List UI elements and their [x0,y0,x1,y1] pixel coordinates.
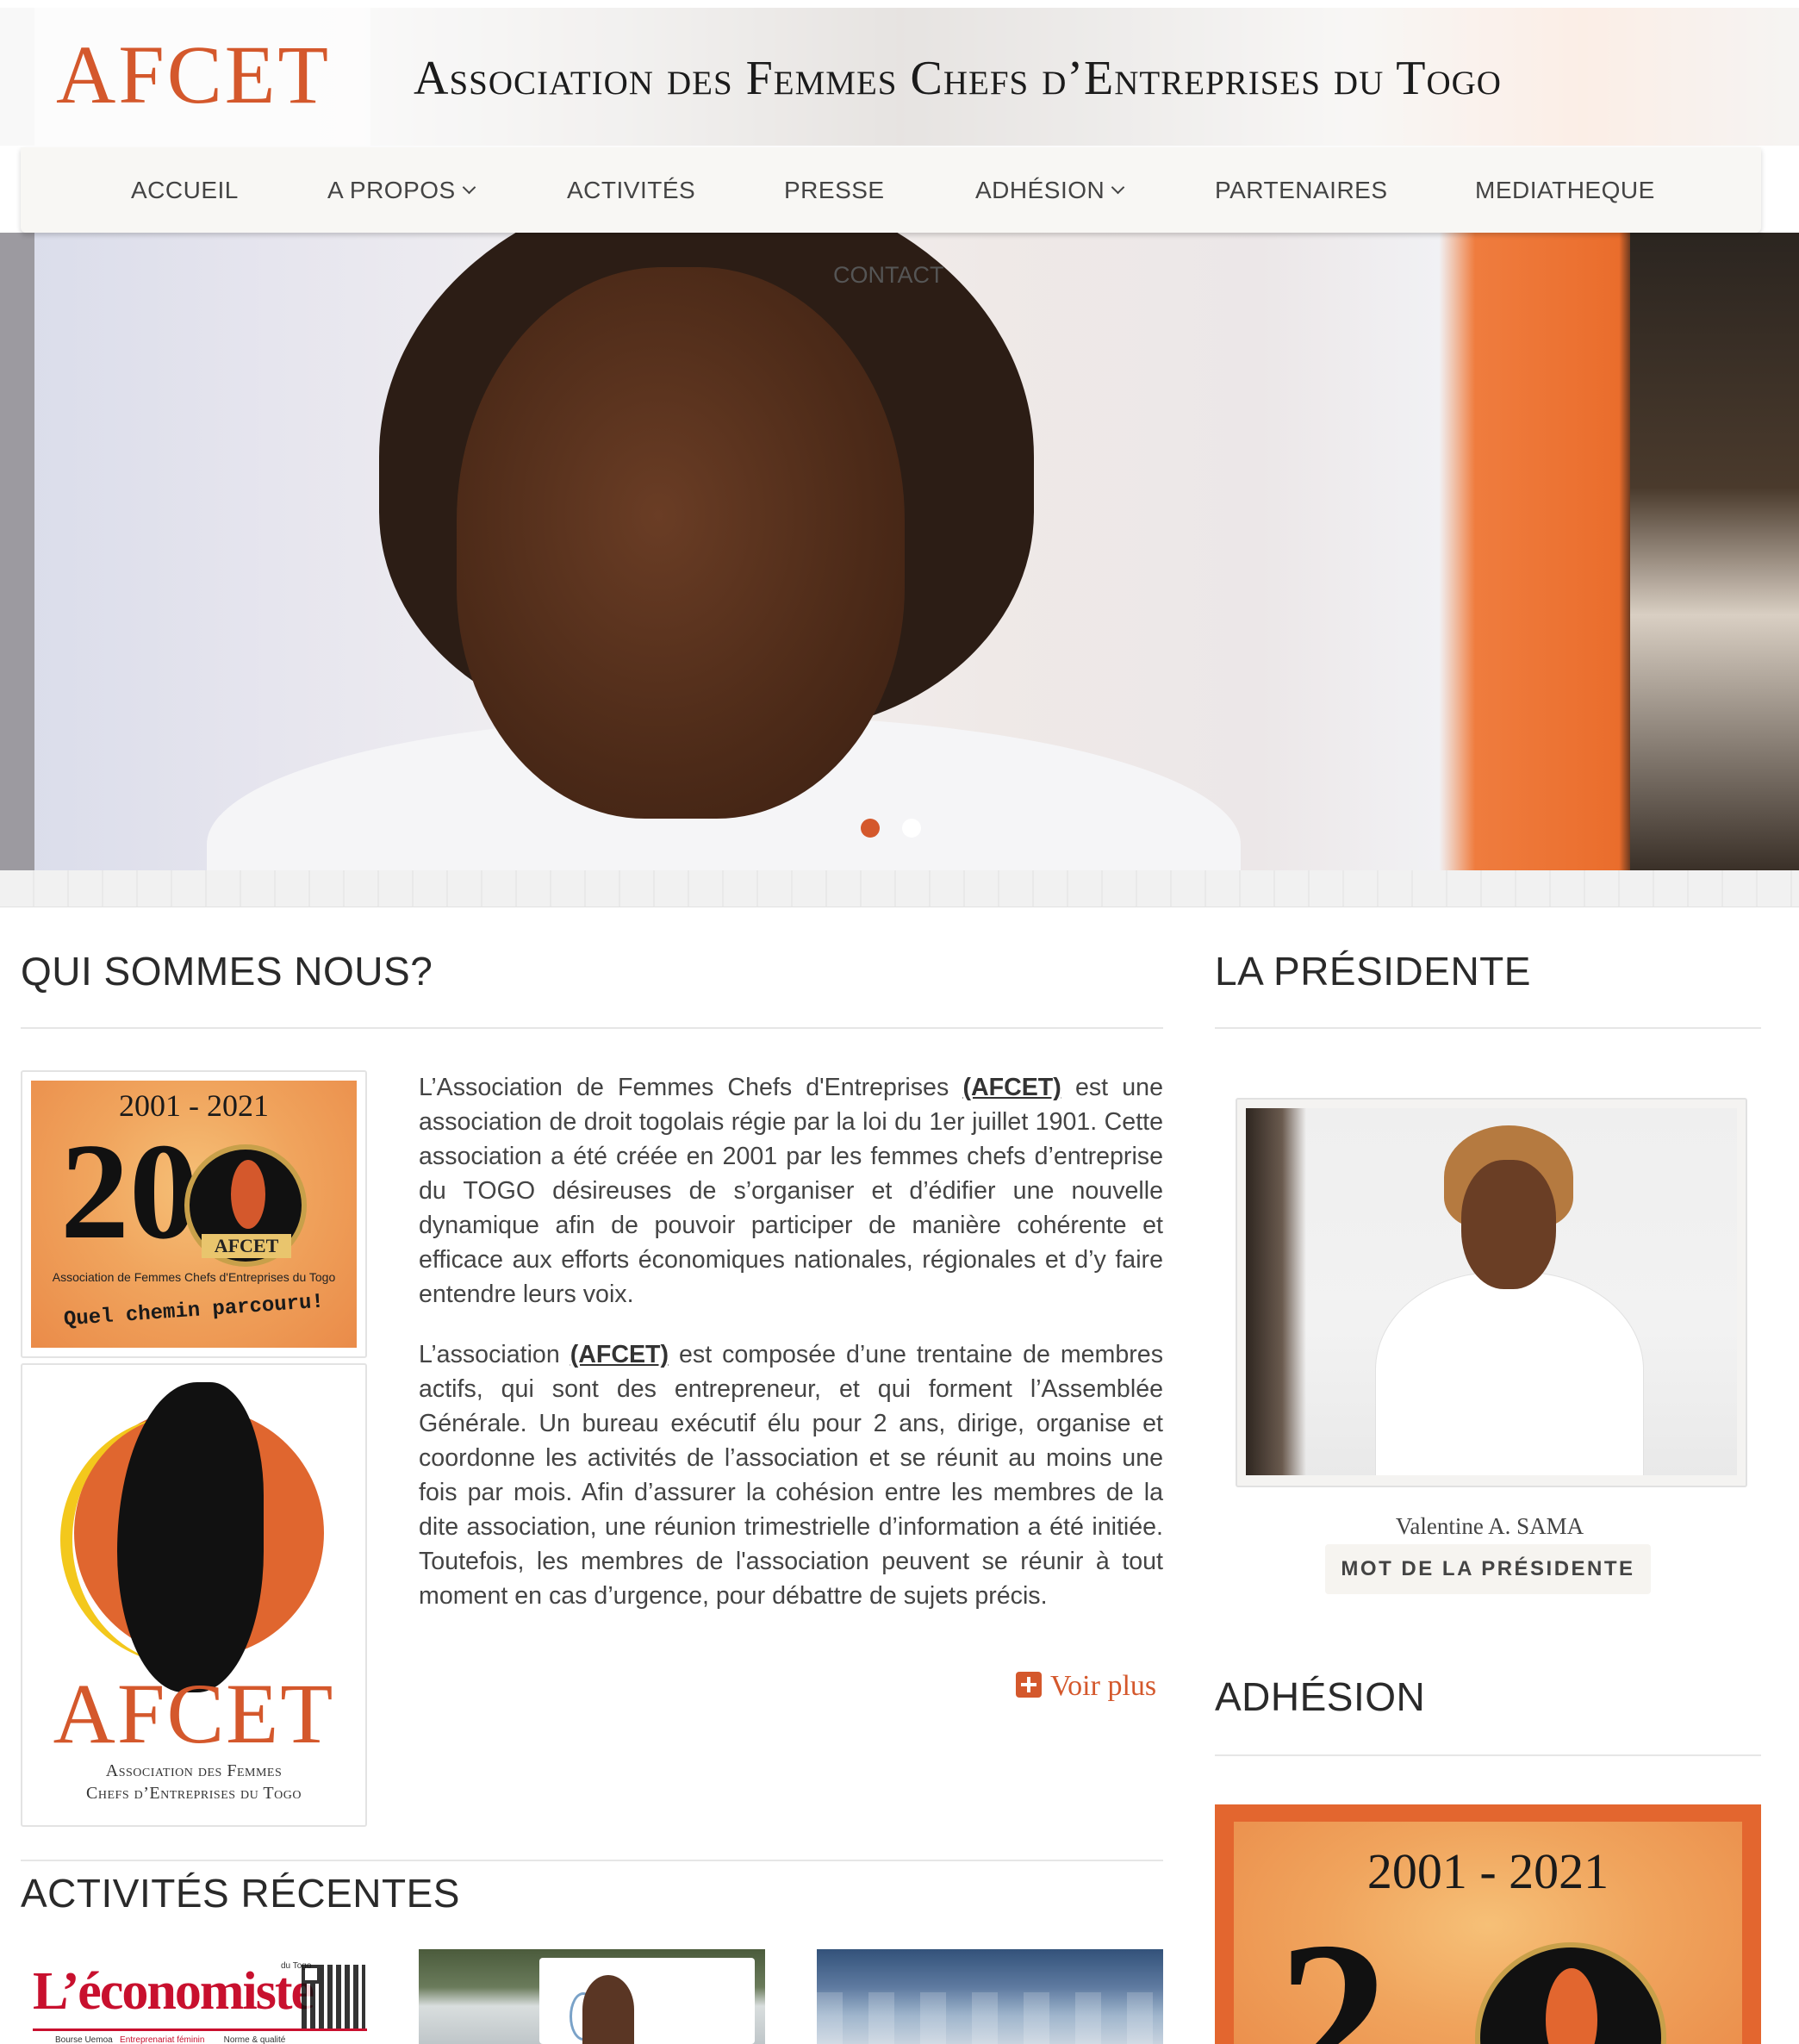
logo-subtitle-line-2: Chefs d’Entreprises du Togo [86,1784,302,1803]
photo-body [1375,1272,1644,1475]
nav-label: ADHÉSION [975,177,1105,203]
qr-code-icon [302,1965,365,2028]
nav-item-contact[interactable]: CONTACT [833,262,944,289]
newspaper-masthead: L’économiste [33,1962,314,2021]
adhesion-banner[interactable]: 2001 - 2021 2 [1215,1804,1761,2044]
paragraph-text: L’association [419,1341,570,1368]
president-title: LA PRÉSIDENTE [1215,949,1531,994]
headline-2: Entreprenariat féminin [120,2035,205,2044]
hero-slider[interactable] [0,233,1799,870]
slider-pagination [0,819,1799,844]
president-divider [1215,1027,1761,1029]
voir-plus-link[interactable]: Voir plus [1016,1670,1156,1703]
slider-dot-1[interactable] [861,819,880,838]
nav-label: PRESSE [784,177,885,203]
afcet-link[interactable]: (AFCET) [570,1341,669,1368]
about-paragraph-2: L’association (AFCET) est composée d’une… [419,1337,1163,1613]
medal-label: AFCET [202,1234,291,1258]
anniversary-thumbnail[interactable]: 2001 - 2021 20 AFCET Association de Femm… [21,1070,367,1358]
hero-image-face [457,267,905,819]
plus-icon [1016,1672,1042,1698]
photo-face [1461,1160,1556,1289]
about-title: QUI SOMMES NOUS? [21,949,433,994]
site-header: AFCET Association des Femmes Chefs d’Ent… [0,8,1799,146]
president-message-button[interactable]: MOT DE LA PRÉSIDENTE [1325,1544,1651,1594]
nav-label: MEDIATHEQUE [1475,177,1655,203]
nav-item-presse[interactable]: PRESSE [784,177,885,204]
headline-1: Bourse Uemoa [55,2035,113,2044]
nav-item-a-propos[interactable]: A PROPOS [327,177,476,204]
chevron-down-icon [1111,180,1125,195]
medal-profile [231,1160,265,1229]
activity-photo-person [582,1975,634,2044]
adhesion-number: 2 [1277,1896,1389,2044]
nav-item-activites[interactable]: ACTIVITÉS [567,177,695,204]
photo-shadow [1246,1108,1306,1475]
about-paragraph-1: L’Association de Femmes Chefs d'Entrepri… [419,1070,1163,1312]
chevron-down-icon [462,180,476,195]
activity-card-2[interactable] [419,1949,765,2044]
about-divider [21,1027,1163,1029]
voir-plus-label: Voir plus [1050,1670,1157,1702]
adhesion-title: ADHÉSION [1215,1674,1426,1719]
paragraph-text: est composée d’une trentaine de membres … [419,1341,1163,1610]
activity-photo-canopy [817,1992,1163,2044]
president-name: Valentine A. SAMA [1395,1513,1584,1539]
afcet-logo-card[interactable]: AFCET Association des Femmes Chefs d’Ent… [21,1363,367,1827]
adhesion-divider [1215,1754,1761,1756]
president-image [1246,1108,1737,1475]
adhesion-image: 2001 - 2021 2 [1234,1822,1742,2044]
hero-background-right [1630,233,1799,870]
nav-item-accueil[interactable]: ACCUEIL [131,177,239,204]
anniversary-association: Association de Femmes Chefs d'Entreprise… [52,1270,336,1284]
site-title: Association des Femmes Chefs d’Entrepris… [414,52,1502,105]
paragraph-text: est une association de droit togolais ré… [419,1074,1163,1308]
hero-background-left [0,233,34,870]
logo-name: AFCET [53,1666,335,1761]
anniversary-tagline: Quel chemin parcouru! [63,1290,325,1332]
masthead-rule [33,2028,367,2031]
nav-label: ACTIVITÉS [567,177,696,203]
anniversary-image: 2001 - 2021 20 AFCET Association de Femm… [31,1081,357,1348]
president-photo[interactable] [1236,1098,1747,1487]
afcet-link[interactable]: (AFCET) [962,1074,1061,1101]
nav-item-adhesion[interactable]: ADHÉSION [975,177,1125,204]
slider-dot-2[interactable] [902,819,921,838]
about-body: L’Association de Femmes Chefs d'Entrepri… [419,1070,1163,1639]
nav-item-partenaires[interactable]: PARTENAIRES [1215,177,1388,204]
adhesion-years: 2001 - 2021 [1366,1843,1609,1899]
nav-label: PARTENAIRES [1215,177,1388,203]
headline-3: Norme & qualité [223,2035,286,2044]
activities-title: ACTIVITÉS RÉCENTES [21,1871,460,1916]
nav-label: ACCUEIL [131,177,239,203]
logo-subtitle-line-1: Association des Femmes [105,1761,283,1780]
anniversary-number: 20 [60,1114,198,1268]
hero-bottom-strip [0,870,1799,907]
site-logo[interactable]: AFCET [56,34,331,116]
paragraph-text: L’Association de Femmes Chefs d'Entrepri… [419,1074,963,1101]
main-navigation: ACCUEIL A PROPOS ACTIVITÉS PRESSE ADHÉSI… [21,147,1761,233]
newspaper-headlines: Bourse Uemoa Entreprenariat féminin Norm… [55,2035,285,2044]
nav-item-mediatheque[interactable]: MEDIATHEQUE [1475,177,1655,204]
nav-label: A PROPOS [327,177,456,203]
activities-divider [21,1860,1163,1861]
activity-card-1[interactable]: L’économiste du Togo Bourse Uemoa Entrep… [21,1949,367,2044]
activity-card-3[interactable] [817,1949,1163,2044]
